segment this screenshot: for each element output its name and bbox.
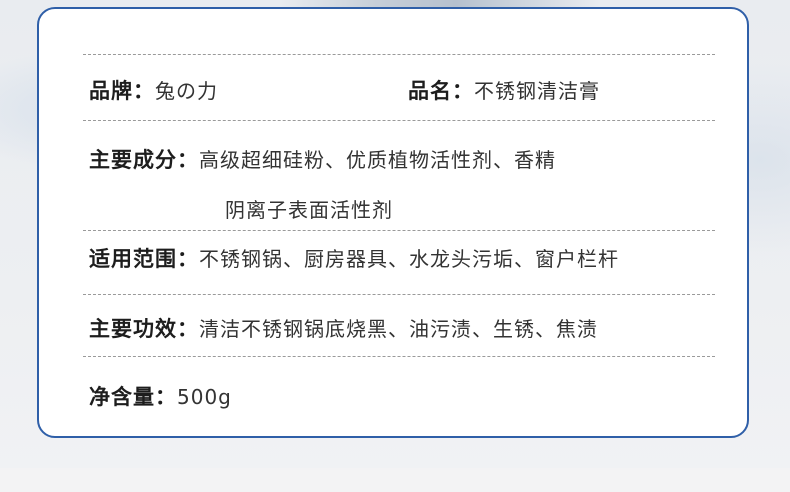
divider-line	[83, 120, 715, 121]
ingredients-row: 主要成分：高级超细硅粉、优质植物活性剂、香精	[89, 144, 727, 174]
net-content-value: 500g	[177, 385, 232, 409]
net-content-label: 净含量：	[89, 385, 177, 409]
divider-line	[83, 54, 715, 55]
scope-value: 不锈钢锅、厨房器具、水龙头污垢、窗户栏杆	[199, 247, 619, 271]
effect-value: 清洁不锈钢锅底烧黑、油污渍、生锈、焦渍	[199, 317, 598, 341]
divider-line	[83, 356, 715, 357]
product-name-row: 品名：不锈钢清洁膏	[408, 75, 727, 105]
scope-label: 适用范围：	[89, 247, 199, 271]
effect-label: 主要功效：	[89, 317, 199, 341]
scope-row: 适用范围：不锈钢锅、厨房器具、水龙头污垢、窗户栏杆	[89, 243, 727, 273]
ingredients-value-line2: 阴离子表面活性剂	[225, 198, 393, 222]
bottom-band	[0, 468, 790, 492]
ingredients-label: 主要成分：	[89, 148, 199, 172]
ingredients-value-line1: 高级超细硅粉、优质植物活性剂、香精	[199, 148, 556, 172]
product-name-label: 品名：	[408, 79, 474, 103]
divider-line	[83, 230, 715, 231]
product-info-card: 品牌：兔の力 品名：不锈钢清洁膏 主要成分：高级超细硅粉、优质植物活性剂、香精 …	[37, 7, 749, 438]
net-content-row: 净含量：500g	[89, 381, 727, 411]
brand-value: 兔の力	[155, 79, 218, 103]
brand-label: 品牌：	[89, 79, 155, 103]
effect-row: 主要功效：清洁不锈钢锅底烧黑、油污渍、生锈、焦渍	[89, 313, 727, 343]
product-name-value: 不锈钢清洁膏	[474, 79, 600, 103]
divider-line	[83, 294, 715, 295]
